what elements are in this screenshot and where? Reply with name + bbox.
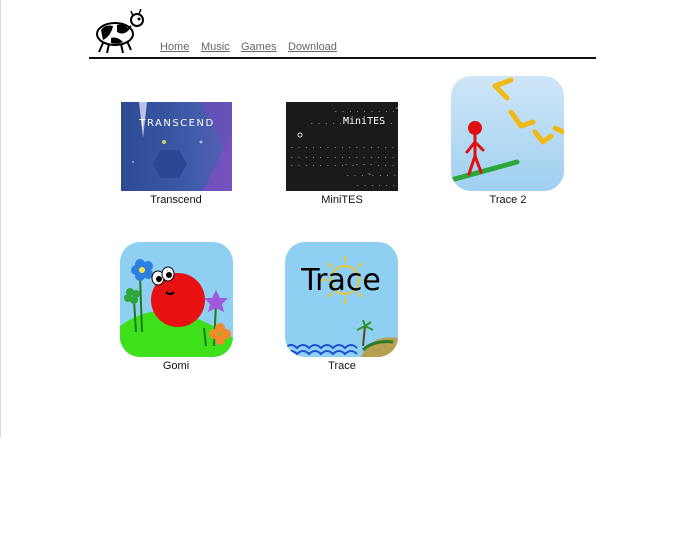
svg-text:. . . . . . . . . . . . . . .: . . . . . . . . . . . . . . . . . . . . … bbox=[290, 153, 398, 160]
nav-link-music[interactable]: Music bbox=[201, 40, 230, 54]
nav-link-games[interactable]: Games bbox=[241, 40, 276, 54]
svg-text:. . . . . . . .- .- - -: . . . . . . . .- .- - - . . . bbox=[290, 161, 395, 168]
minites-logo-text: MiniTES bbox=[343, 116, 385, 127]
svg-text:. . . . . . . . . . . . . . .: . . . . . . . . . . . . . . . . . . . . … bbox=[290, 143, 398, 150]
cow-logo-icon bbox=[96, 8, 144, 54]
header-divider bbox=[89, 57, 596, 59]
svg-text:. . . ~. . . .: . . . ~. . . . bbox=[346, 171, 397, 178]
trace2-thumbnail[interactable] bbox=[451, 76, 564, 191]
game-title-transcend[interactable]: Transcend bbox=[106, 194, 246, 207]
page-left-border bbox=[0, 0, 1, 438]
game-title-trace[interactable]: Trace bbox=[272, 360, 412, 373]
gomi-thumbnail[interactable] bbox=[120, 242, 233, 357]
game-title-gomi[interactable]: Gomi bbox=[106, 360, 246, 373]
game-title-minites[interactable]: MiniTES bbox=[272, 194, 412, 207]
svg-text:. . . . . .: . . . . . . bbox=[356, 181, 396, 188]
nav-link-home[interactable]: Home bbox=[160, 40, 189, 54]
site-logo[interactable] bbox=[93, 8, 149, 54]
trace-logo-text: Trace bbox=[300, 263, 381, 298]
minites-thumbnail[interactable]: . . . . . . . . .^.^. . . . . . . . . . … bbox=[286, 102, 398, 191]
svg-text:. . . . . . . . .^.^.: . . . . . . . . .^.^. bbox=[334, 107, 398, 114]
trace-thumbnail[interactable]: Trace bbox=[285, 242, 398, 357]
game-title-trace-2[interactable]: Trace 2 bbox=[438, 194, 578, 207]
transcend-thumbnail[interactable]: TRANSCEND bbox=[121, 102, 232, 191]
nav-link-download[interactable]: Download bbox=[288, 40, 337, 54]
transcend-logo-text: TRANSCEND bbox=[138, 118, 214, 129]
